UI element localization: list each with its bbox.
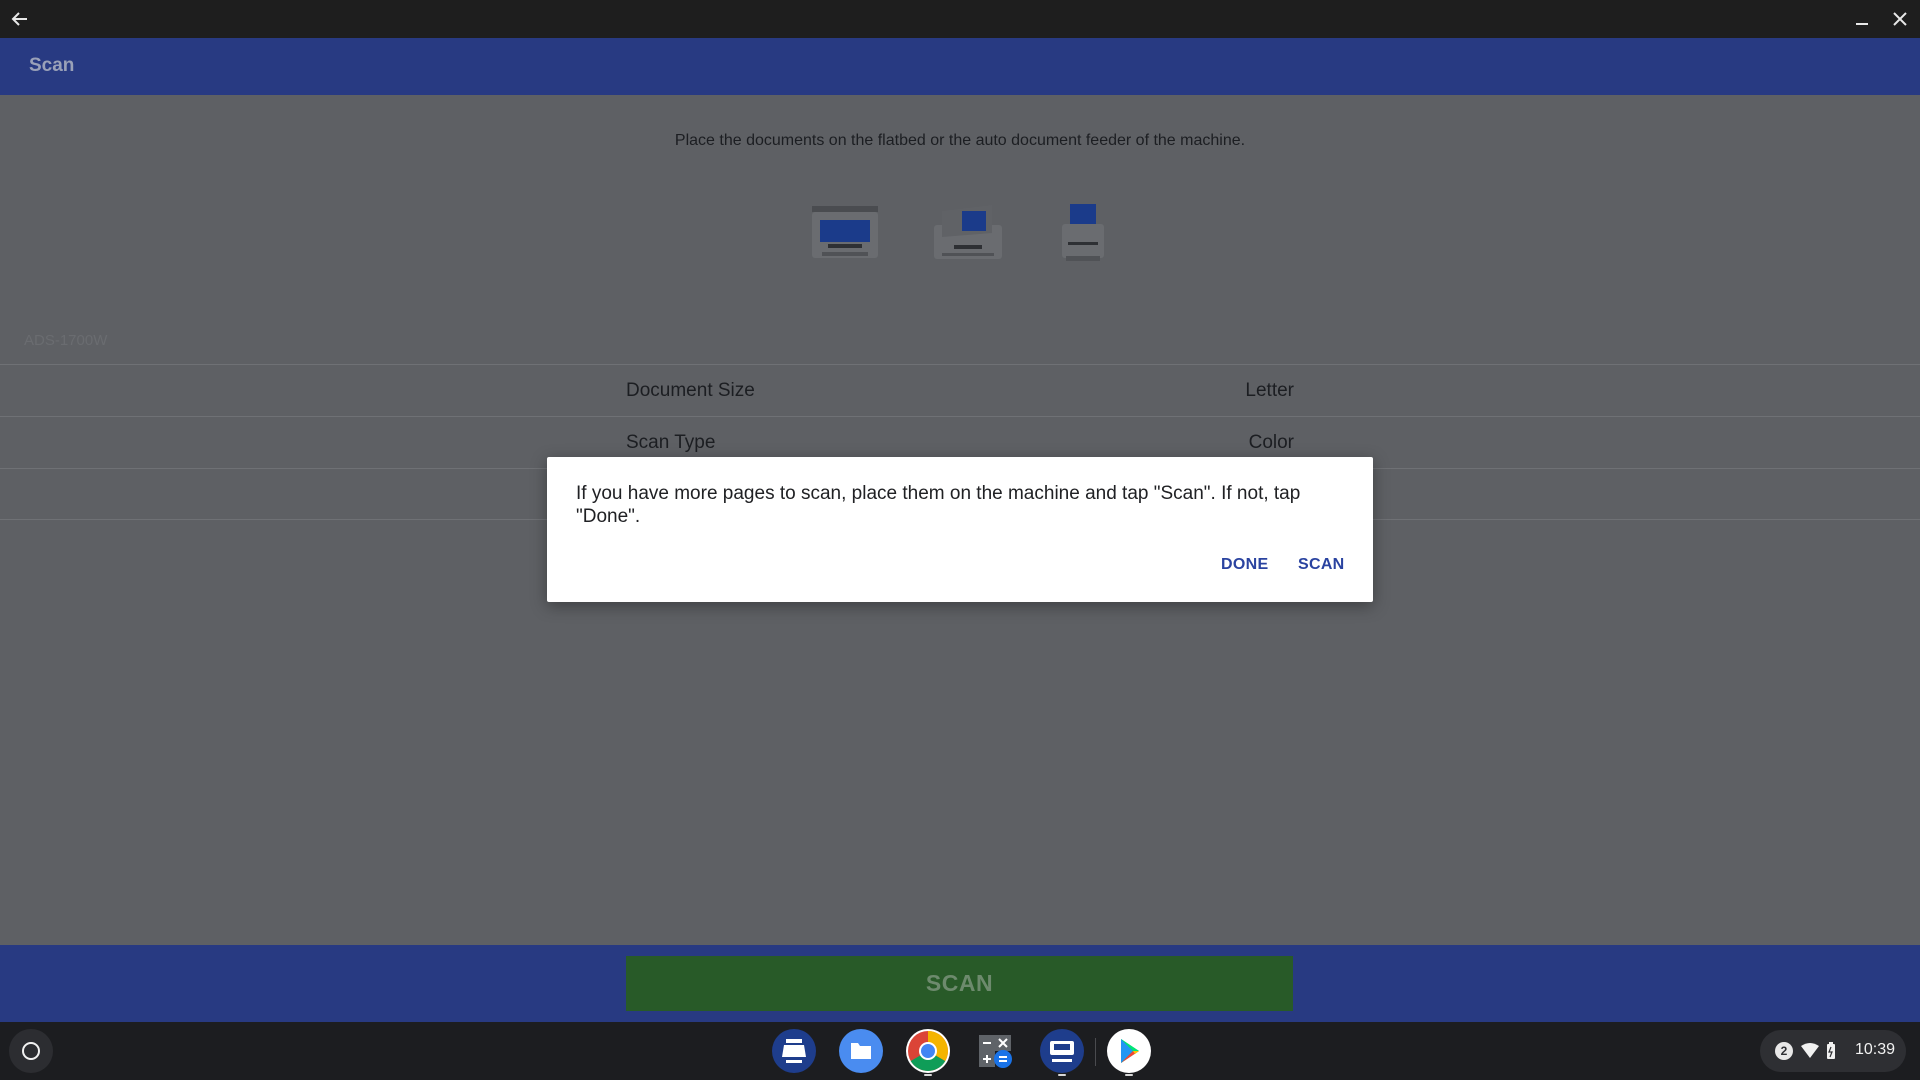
compact-scanner-icon: [1062, 204, 1104, 261]
app-bar: Scan: [0, 38, 1920, 95]
shelf-divider: [1095, 1038, 1096, 1066]
dialog-done-button[interactable]: DONE: [1221, 556, 1268, 574]
flatbed-scanner-icon: [812, 206, 878, 258]
dialog-message: If you have more pages to scan, place th…: [576, 483, 1301, 527]
system-shelf: 2 10:39: [0, 1022, 1920, 1080]
close-button[interactable]: [1880, 0, 1920, 38]
brother-scanner-glyph: [1050, 1041, 1074, 1062]
setting-label: Scan Type: [626, 432, 716, 453]
setting-value: Letter: [1245, 380, 1294, 401]
brother-app-icon[interactable]: [1040, 1029, 1084, 1073]
scanner-model-label: ADS-1700W: [24, 332, 108, 349]
page-title: Scan: [29, 55, 75, 76]
wifi-icon: [1801, 1043, 1819, 1058]
scan-button[interactable]: SCAN: [626, 956, 1293, 1011]
setting-row-document-size[interactable]: Document Size Letter: [0, 364, 1920, 416]
app-running-indicator: [1058, 1074, 1066, 1076]
arrow-left-icon: [11, 12, 27, 26]
dialog-scan-button[interactable]: SCAN: [1298, 556, 1345, 574]
app-running-indicator: [924, 1074, 932, 1076]
calculator-glyph: [979, 1035, 1012, 1068]
folder-icon: [851, 1043, 871, 1059]
more-pages-dialog: If you have more pages to scan, place th…: [547, 457, 1373, 602]
chrome-logo-icon: [908, 1031, 948, 1071]
chrome-app-icon[interactable]: [906, 1029, 950, 1073]
instruction-text: Place the documents on the flatbed or th…: [674, 132, 1246, 149]
play-store-app-icon[interactable]: [1107, 1029, 1151, 1073]
clock-time: 10:39: [1855, 1041, 1896, 1058]
setting-value: Color: [1248, 432, 1294, 453]
calculator-app-icon[interactable]: [973, 1029, 1017, 1073]
minimize-button[interactable]: [1842, 0, 1882, 38]
system-tray[interactable]: 2 10:39: [1760, 1030, 1906, 1072]
bottom-bar: SCAN: [0, 945, 1920, 1022]
epson-app-icon[interactable]: [772, 1029, 816, 1073]
play-store-glyph: [1121, 1039, 1139, 1063]
minimize-icon: [1856, 23, 1868, 25]
window-titlebar: [0, 0, 1920, 38]
launcher-button[interactable]: [9, 1029, 53, 1073]
close-icon: [1893, 12, 1907, 26]
setting-label: Document Size: [626, 380, 755, 401]
files-app-icon[interactable]: [839, 1029, 883, 1073]
app-running-indicator: [1125, 1074, 1133, 1076]
launcher-icon: [22, 1042, 40, 1060]
battery-icon: [1827, 1042, 1835, 1059]
adf-scanner-icon: [934, 205, 1002, 259]
epson-app-glyph: [782, 1039, 806, 1063]
back-button[interactable]: [0, 0, 40, 38]
notification-count-badge: 2: [1775, 1042, 1793, 1060]
